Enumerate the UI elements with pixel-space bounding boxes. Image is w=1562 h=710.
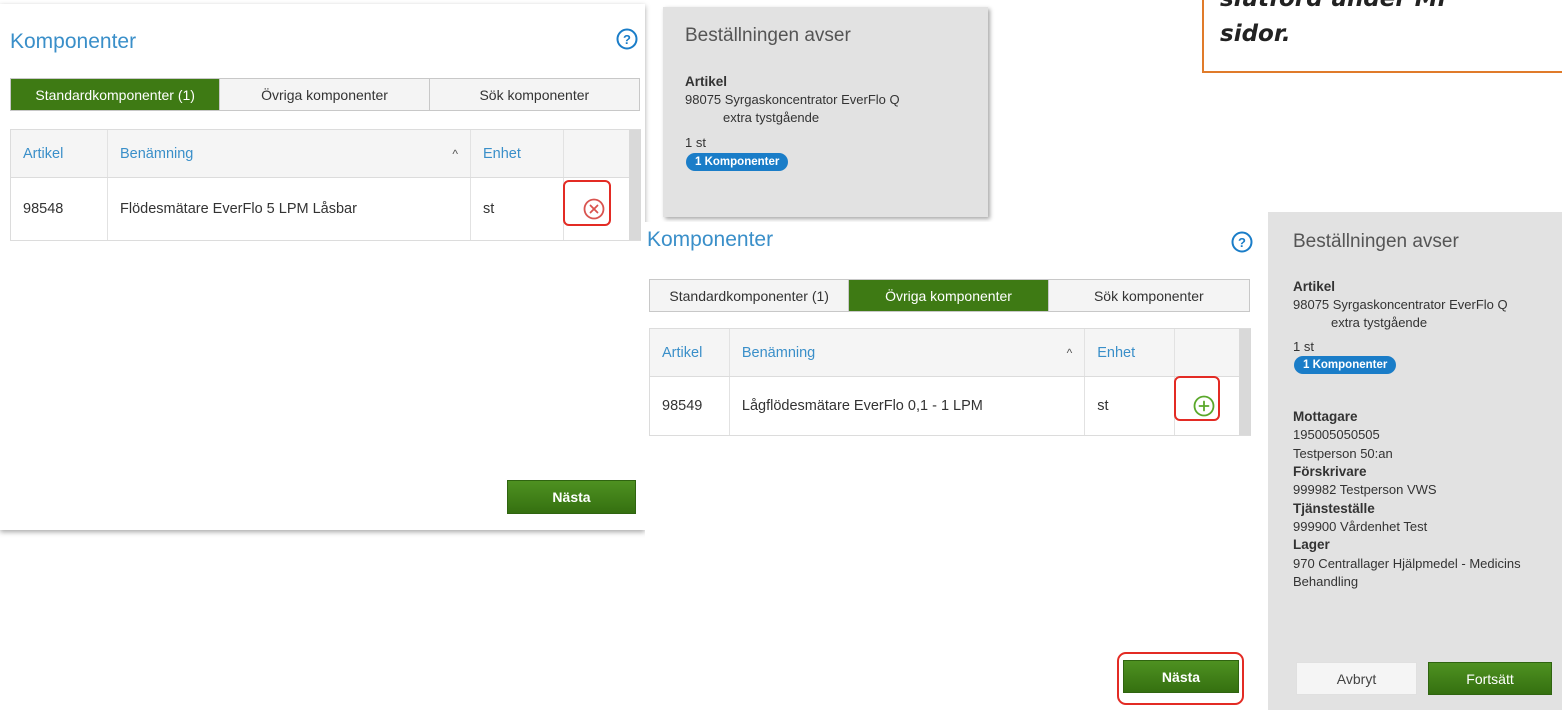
instruction-callout: slutförd under Mi sidor. <box>1202 0 1562 73</box>
summary-quantity: 1 st <box>685 135 706 150</box>
column-header-artikel[interactable]: Artikel <box>11 130 108 177</box>
components-table: Artikel Benämning ^ Enhet 98549 Lågflöde… <box>649 328 1251 436</box>
summary-quantity: 1 st <box>1293 339 1314 354</box>
summary-title: Beställningen avser <box>1293 231 1459 252</box>
column-header-action <box>564 130 630 177</box>
next-button[interactable]: Nästa <box>507 480 636 514</box>
cancel-button[interactable]: Avbryt <box>1296 662 1417 695</box>
column-header-enhet[interactable]: Enhet <box>471 130 564 177</box>
page-title: Komponenter <box>10 30 137 53</box>
summary-lager-line1: 970 Centrallager Hjälpmedel - Medicins <box>1293 556 1521 571</box>
column-header-benamning[interactable]: Benämning ^ <box>730 329 1086 376</box>
table-header: Artikel Benämning ^ Enhet <box>11 130 641 178</box>
table-scrollbar[interactable] <box>629 130 641 240</box>
component-tabs: Standardkomponenter (1) Övriga komponent… <box>10 78 640 111</box>
cell-enhet: st <box>471 178 564 240</box>
summary-mottagare-id: 195005050505 <box>1293 427 1380 442</box>
summary-artikel-line2: extra tystgående <box>1331 315 1428 330</box>
cell-enhet: st <box>1085 377 1176 435</box>
order-summary-panel: Beställningen avser Artikel 98075 Syrgas… <box>663 7 988 217</box>
cell-artikel: 98549 <box>650 377 730 435</box>
table-header: Artikel Benämning ^ Enhet <box>650 329 1251 377</box>
table-row: 98549 Lågflödesmätare EverFlo 0,1 - 1 LP… <box>650 377 1251 435</box>
tab-sok-komponenter[interactable]: Sök komponenter <box>1048 280 1249 311</box>
highlight-next-annotation <box>1117 652 1244 705</box>
summary-tjanstestalle-value: 999900 Vårdenhet Test <box>1293 519 1428 534</box>
column-header-benamning[interactable]: Benämning ^ <box>108 130 471 177</box>
components-table: Artikel Benämning ^ Enhet 98548 Flödesmä… <box>10 129 641 241</box>
summary-artikel-line1: 98075 Syrgaskoncentrator EverFlo Q <box>1293 297 1508 312</box>
summary-forskrivare-label: Förskrivare <box>1293 464 1367 479</box>
table-row: 98548 Flödesmätare EverFlo 5 LPM Låsbar … <box>11 178 641 240</box>
summary-artikel-line2: extra tystgående <box>723 110 820 125</box>
summary-lager-line2: Behandling <box>1293 574 1359 589</box>
column-header-artikel[interactable]: Artikel <box>650 329 730 376</box>
table-scrollbar[interactable] <box>1239 329 1251 435</box>
help-icon[interactable]: ? <box>616 28 638 50</box>
cell-benamning: Flödesmätare EverFlo 5 LPM Låsbar <box>108 178 471 240</box>
tab-standardkomponenter[interactable]: Standardkomponenter (1) <box>11 79 221 110</box>
page-title: Komponenter <box>647 228 774 251</box>
column-header-enhet[interactable]: Enhet <box>1085 329 1176 376</box>
summary-artikel-label: Artikel <box>685 74 728 89</box>
column-header-benamning-label: Benämning <box>741 344 816 361</box>
summary-title: Beställningen avser <box>685 25 851 46</box>
cell-artikel: 98548 <box>11 178 108 240</box>
continue-button[interactable]: Fortsätt <box>1428 662 1552 695</box>
components-panel-other: Komponenter ? Standardkomponenter (1) Öv… <box>645 222 1257 710</box>
summary-lager-label: Lager <box>1293 537 1330 552</box>
component-tabs: Standardkomponenter (1) Övriga komponent… <box>649 279 1250 312</box>
components-count-badge: 1 Komponenter <box>1294 356 1397 374</box>
summary-forskrivare-value: 999982 Testperson VWS <box>1293 482 1437 497</box>
components-panel-standard: Komponenter ? Standardkomponenter (1) Öv… <box>0 4 645 530</box>
svg-text:?: ? <box>1238 235 1246 250</box>
highlight-remove-annotation <box>563 180 611 226</box>
svg-text:?: ? <box>623 32 631 47</box>
column-header-benamning-label: Benämning <box>120 145 194 162</box>
help-icon[interactable]: ? <box>1231 231 1253 253</box>
tab-standardkomponenter[interactable]: Standardkomponenter (1) <box>650 280 850 311</box>
summary-tjanstestalle-label: Tjänsteställe <box>1293 501 1375 516</box>
tab-ovriga-komponenter[interactable]: Övriga komponenter <box>220 79 430 110</box>
order-summary-panel: Beställningen avser Artikel 98075 Syrgas… <box>1268 212 1562 710</box>
components-count-badge: 1 Komponenter <box>686 153 789 171</box>
cell-benamning: Lågflödesmätare EverFlo 0,1 - 1 LPM <box>730 377 1086 435</box>
callout-line-1: slutförd under Mi <box>1220 0 1446 12</box>
callout-line-2: sidor. <box>1220 21 1291 47</box>
summary-artikel-label: Artikel <box>1293 279 1336 294</box>
sort-ascending-icon: ^ <box>1066 345 1073 360</box>
summary-mottagare-label: Mottagare <box>1293 409 1358 424</box>
tab-ovriga-komponenter[interactable]: Övriga komponenter <box>849 280 1049 311</box>
summary-artikel-line1: 98075 Syrgaskoncentrator EverFlo Q <box>685 92 900 107</box>
sort-ascending-icon: ^ <box>452 146 458 161</box>
highlight-add-annotation <box>1174 376 1220 421</box>
tab-sok-komponenter[interactable]: Sök komponenter <box>429 79 639 110</box>
summary-mottagare-name: Testperson 50:an <box>1293 446 1393 461</box>
